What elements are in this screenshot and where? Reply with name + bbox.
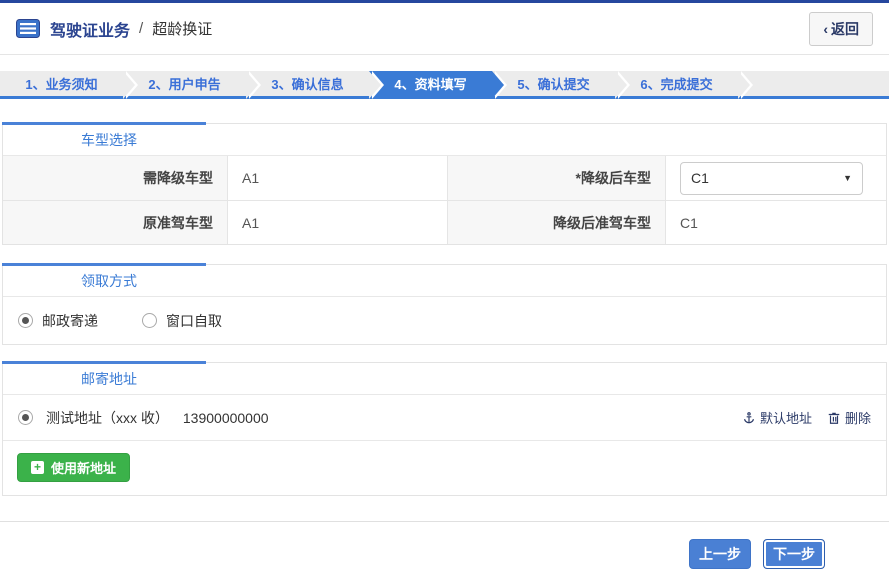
pickup-option-window-label: 窗口自取 [166,311,222,331]
breadcrumb-separator: / [139,20,143,37]
radio-address-checked[interactable] [18,410,33,425]
chevron-left-icon: ‹ [823,21,828,37]
radio-postal-checked[interactable] [18,313,33,328]
address-phone: 13900000000 [183,410,269,426]
step-wizard: 1、业务须知 2、用户申告 3、确认信息 4、资料填写 5、确认提交 6、完成提… [0,71,889,99]
mailing-address-panel: 邮寄地址 测试地址（xxx 收） 13900000000 默认地址 删除 + 使… [2,362,887,496]
field-label-downgraded-type: *降级后车型 [447,156,665,200]
field-label-original-type: 原准驾车型 [3,200,227,244]
vehicle-type-section-title: 车型选择 [3,124,886,156]
wizard-step-3[interactable]: 3、确认信息 [246,71,369,96]
delete-address-label: 删除 [845,408,871,427]
vehicle-type-panel: 车型选择 需降级车型 A1 *降级后车型 C1 ▼ 原准驾车型 A1 降级后准驾… [2,123,887,245]
add-address-row: + 使用新地址 [3,441,886,495]
trash-icon [827,411,841,425]
delete-address-link[interactable]: 删除 [827,408,871,427]
back-button-label: 返回 [831,19,859,39]
wizard-step-4-active[interactable]: 4、资料填写 [369,71,492,96]
default-address-label: 默认地址 [760,408,812,427]
radio-window-unchecked[interactable] [142,313,157,328]
page-header: 驾驶证业务 / 超龄换证 ‹ 返回 [0,3,889,55]
address-actions: 默认地址 删除 [742,408,871,427]
pickup-method-panel: 领取方式 邮政寄递 窗口自取 [2,264,887,345]
pickup-method-options: 邮政寄递 窗口自取 [3,297,886,344]
back-button[interactable]: ‹ 返回 [809,12,873,46]
next-step-button[interactable]: 下一步 [763,539,825,569]
downgraded-type-select-value: C1 [691,170,709,186]
field-cell-downgraded-type: C1 ▼ [665,156,886,200]
pickup-option-postal[interactable]: 邮政寄递 [18,311,98,331]
address-list-item: 测试地址（xxx 收） 13900000000 默认地址 删除 [3,395,886,441]
pickup-option-window[interactable]: 窗口自取 [142,311,222,331]
wizard-step-5[interactable]: 5、确认提交 [492,71,615,96]
mailing-address-section-title: 邮寄地址 [3,363,886,395]
page-title: 驾驶证业务 [50,17,130,41]
field-value-downgrade-needed: A1 [227,156,447,200]
anchor-icon [742,411,756,425]
default-address-link[interactable]: 默认地址 [742,408,812,427]
field-value-after-downgrade-permit: C1 [665,200,886,244]
field-value-original-type: A1 [227,200,447,244]
use-new-address-button[interactable]: + 使用新地址 [17,453,130,482]
vehicle-type-table: 需降级车型 A1 *降级后车型 C1 ▼ 原准驾车型 A1 降级后准驾车型 C1 [3,156,886,244]
address-name: 测试地址（xxx 收） [46,408,169,428]
field-label-downgrade-needed: 需降级车型 [3,156,227,200]
footer-actions: 上一步 下一步 [0,522,889,585]
select-dropdown-arrow-icon: ▼ [843,173,852,183]
use-new-address-label: 使用新地址 [51,458,116,477]
downgraded-type-select[interactable]: C1 ▼ [680,162,863,195]
field-label-after-downgrade-permit: 降级后准驾车型 [447,200,665,244]
wizard-step-1[interactable]: 1、业务须知 [0,71,123,96]
previous-step-button[interactable]: 上一步 [689,539,751,569]
pickup-method-section-title: 领取方式 [3,265,886,297]
pickup-option-postal-label: 邮政寄递 [42,311,98,331]
breadcrumb-current: 超龄换证 [152,18,212,39]
plus-icon: + [31,461,44,474]
form-list-icon [16,19,40,38]
wizard-step-2[interactable]: 2、用户申告 [123,71,246,96]
wizard-step-6[interactable]: 6、完成提交 [615,71,738,96]
